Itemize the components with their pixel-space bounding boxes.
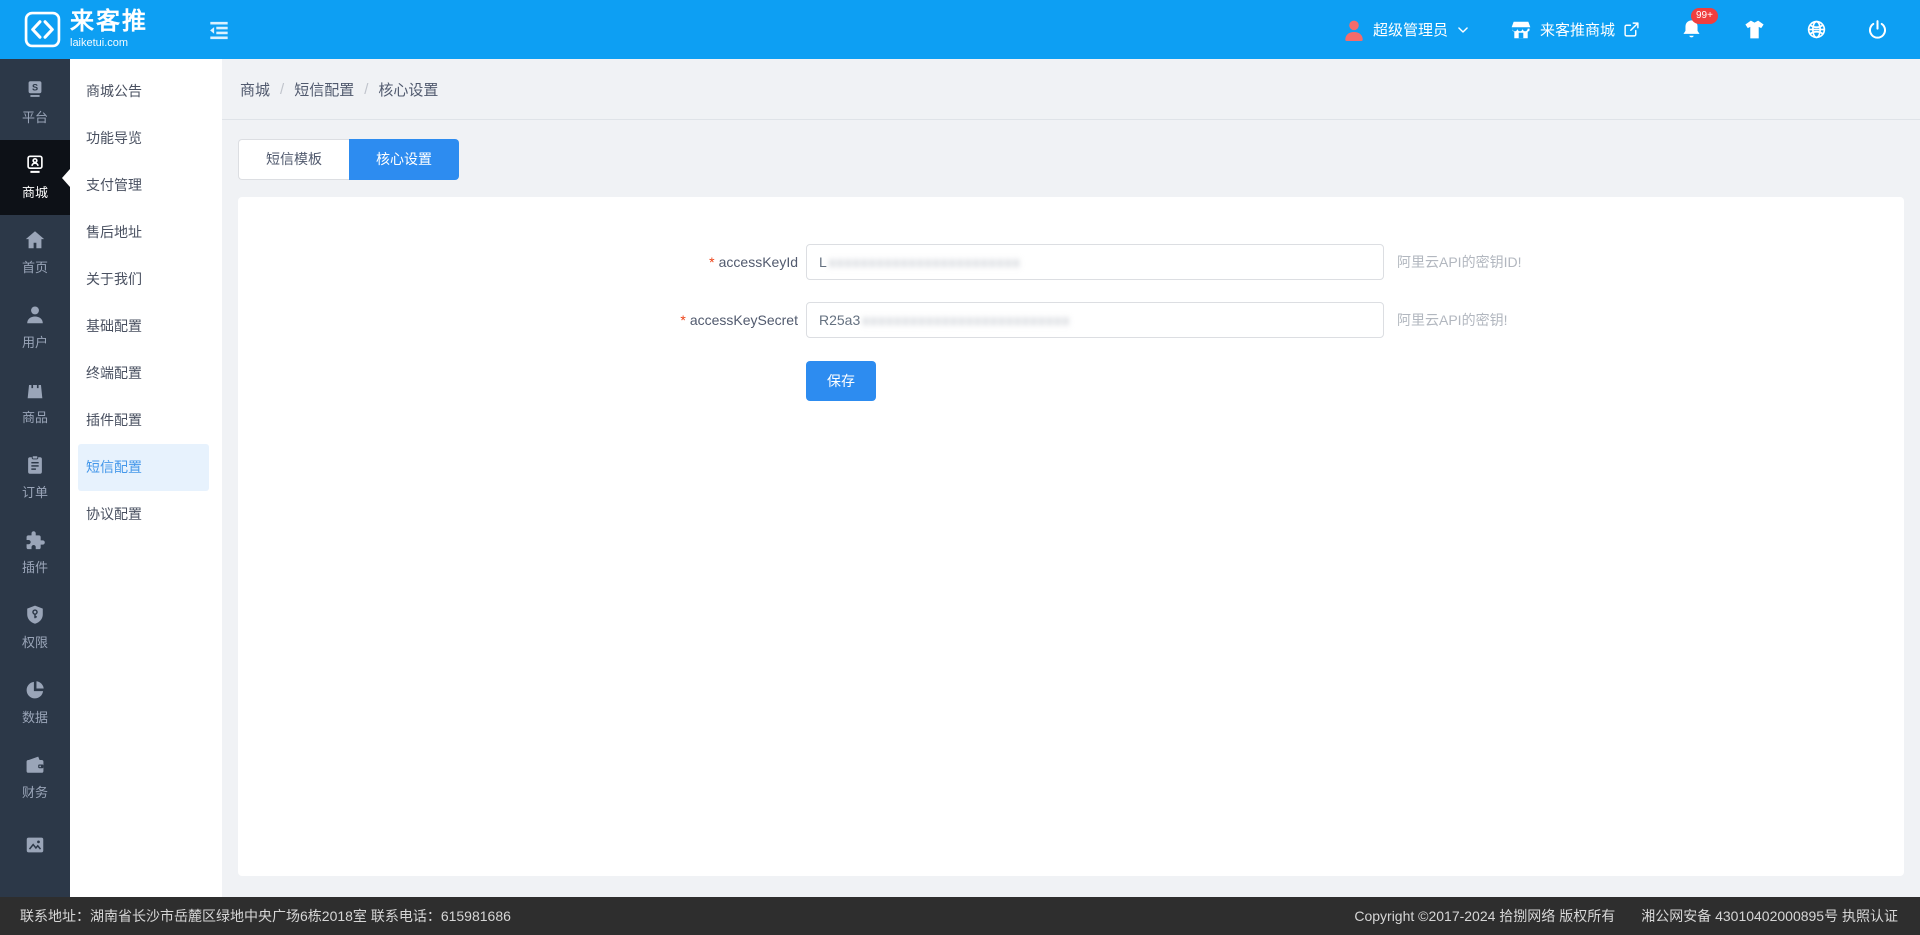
data-icon (24, 679, 46, 701)
goods-icon (24, 379, 46, 401)
shop-front-label: 来客推商城 (1540, 19, 1615, 40)
submenu-item-plugin-config[interactable]: 插件配置 (70, 397, 222, 444)
access-key-id-hint: 阿里云API的密钥ID! (1397, 252, 1521, 272)
brand-name: 来客推 (70, 10, 148, 34)
notification-badge: 99+ (1691, 8, 1718, 24)
settings-panel: *accessKeyId Lxxxxxxxxxxxxxxxxxxxxxxxx 阿… (238, 197, 1904, 876)
rail-item-permission[interactable]: 权限 (0, 590, 70, 665)
breadcrumb-mall[interactable]: 商城 (240, 79, 270, 100)
sidebar-collapse-icon[interactable] (206, 17, 232, 43)
form-row-access-key-secret: *accessKeySecret R25a3xxxxxxxxxxxxxxxxxx… (238, 302, 1904, 338)
masked-value: xxxxxxxxxxxxxxxxxxxxxxxxxx (862, 312, 1070, 328)
mall-icon (24, 154, 46, 176)
submenu-item-sms-config[interactable]: 短信配置 (78, 444, 209, 491)
icon-rail: S 平台 商城 首页 用户 商品 (0, 59, 70, 935)
access-key-secret-hint: 阿里云API的密钥! (1397, 310, 1507, 330)
user-name: 超级管理员 (1373, 19, 1448, 40)
home-icon (24, 229, 46, 251)
user-icon (24, 304, 46, 326)
topbar: 来客推 laiketui.com 超级管理员 (0, 0, 1920, 59)
footer-copyright: Copyright ©2017-2024 拾捌网络 版权所有 (1354, 906, 1615, 926)
access-key-secret-input[interactable]: R25a3xxxxxxxxxxxxxxxxxxxxxxxxxx (806, 302, 1384, 338)
brand-logo-icon (24, 11, 61, 48)
permission-icon (24, 604, 46, 626)
user-menu[interactable]: 超级管理员 (1343, 17, 1470, 43)
submenu-item-protocol-config[interactable]: 协议配置 (70, 491, 222, 538)
logout-power-icon[interactable] (1867, 19, 1888, 40)
required-asterisk: * (709, 254, 714, 270)
rail-item-order[interactable]: 订单 (0, 440, 70, 515)
breadcrumb: 商城 / 短信配置 / 核心设置 (222, 59, 1920, 120)
submenu-item-mall-notice[interactable]: 商城公告 (70, 68, 222, 115)
storefront-icon (1510, 19, 1532, 41)
tab-sms-template[interactable]: 短信模板 (238, 139, 349, 180)
breadcrumb-core-settings[interactable]: 核心设置 (378, 79, 438, 100)
footer: 联系地址：湖南省长沙市岳麓区绿地中央广场6栋2018室 联系电话：6159816… (0, 897, 1920, 935)
chevron-down-icon (1456, 23, 1470, 37)
notifications-bell-icon[interactable]: 99+ (1680, 18, 1703, 41)
brand-logo[interactable]: 来客推 laiketui.com (24, 10, 148, 49)
submenu-item-basic-config[interactable]: 基础配置 (70, 303, 222, 350)
submenu-item-terminal-config[interactable]: 终端配置 (70, 350, 222, 397)
access-key-secret-label: *accessKeySecret (238, 312, 798, 328)
submenu-item-payment[interactable]: 支付管理 (70, 162, 222, 209)
avatar-icon (1343, 17, 1365, 43)
plugin-icon (24, 529, 46, 551)
breadcrumb-separator: / (280, 81, 284, 98)
tab-core-settings[interactable]: 核心设置 (349, 139, 459, 180)
platform-icon: S (24, 79, 46, 101)
masked-value: xxxxxxxxxxxxxxxxxxxxxxxx (829, 254, 1021, 270)
album-icon (24, 834, 46, 856)
breadcrumb-separator: / (364, 81, 368, 98)
access-key-id-input[interactable]: Lxxxxxxxxxxxxxxxxxxxxxxxx (806, 244, 1384, 280)
required-asterisk: * (680, 312, 685, 328)
external-link-icon (1623, 21, 1640, 38)
submenu-item-aftersale-address[interactable]: 售后地址 (70, 209, 222, 256)
main-content: 商城 / 短信配置 / 核心设置 短信模板 核心设置 *accessKeyId … (222, 59, 1920, 897)
svg-text:S: S (32, 82, 38, 92)
rail-item-plugin[interactable]: 插件 (0, 515, 70, 590)
submenu-item-about-us[interactable]: 关于我们 (70, 256, 222, 303)
footer-contact: 联系地址：湖南省长沙市岳麓区绿地中央广场6栋2018室 联系电话：6159816… (0, 906, 511, 926)
footer-police-record[interactable]: 湘公网安备 43010402000895号 执照认证 (1641, 906, 1898, 926)
submenu-item-feature-guide[interactable]: 功能导览 (70, 115, 222, 162)
access-key-id-label: *accessKeyId (238, 254, 798, 270)
rail-item-data[interactable]: 数据 (0, 665, 70, 740)
order-icon (24, 454, 46, 476)
rail-item-finance[interactable]: 财务 (0, 740, 70, 815)
tab-bar: 短信模板 核心设置 (238, 139, 459, 180)
shop-decoration-icon[interactable] (1743, 18, 1766, 41)
rail-item-goods[interactable]: 商品 (0, 365, 70, 440)
language-globe-icon[interactable] (1806, 19, 1827, 40)
form-row-access-key-id: *accessKeyId Lxxxxxxxxxxxxxxxxxxxxxxxx 阿… (238, 244, 1904, 280)
breadcrumb-sms-config[interactable]: 短信配置 (294, 79, 354, 100)
rail-item-user[interactable]: 用户 (0, 290, 70, 365)
submenu: 商城公告 功能导览 支付管理 售后地址 关于我们 基础配置 终端配置 插件配置 … (70, 59, 222, 935)
rail-item-home[interactable]: 首页 (0, 215, 70, 290)
save-button[interactable]: 保存 (806, 361, 876, 401)
rail-item-platform[interactable]: S 平台 (0, 65, 70, 140)
finance-icon (24, 754, 46, 776)
rail-item-mall[interactable]: 商城 (0, 140, 70, 215)
rail-item-album[interactable] (0, 815, 70, 875)
brand-domain: laiketui.com (70, 38, 148, 49)
shop-front-link[interactable]: 来客推商城 (1510, 19, 1640, 41)
